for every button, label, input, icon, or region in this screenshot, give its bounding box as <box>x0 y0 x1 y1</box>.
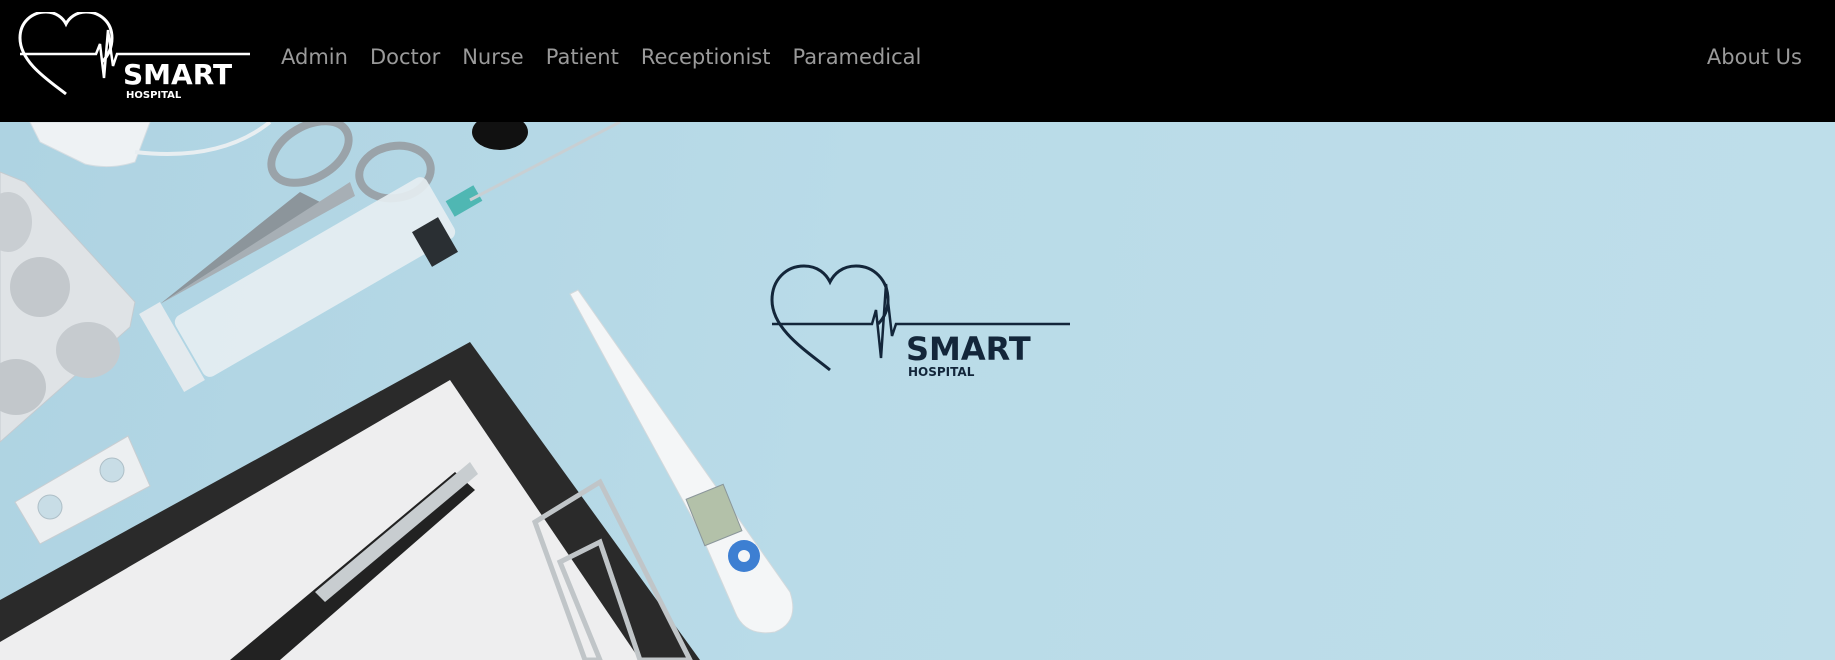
nav-link-paramedical[interactable]: Paramedical <box>781 45 932 69</box>
hero-logo: SMART HOSPITAL <box>764 260 1074 380</box>
heart-pulse-logo-icon: SMART HOSPITAL <box>18 10 250 101</box>
brand-logo[interactable]: SMART HOSPITAL <box>18 10 253 102</box>
small-blister-icon <box>14 435 151 545</box>
nav-link-about-us[interactable]: About Us <box>1696 45 1813 69</box>
nav-right: About Us <box>1696 0 1813 114</box>
main-nav: Admin Doctor Nurse Patient Receptionist … <box>270 0 932 114</box>
face-mask-icon <box>29 122 272 168</box>
nav-link-admin[interactable]: Admin <box>270 45 359 69</box>
nav-link-receptionist[interactable]: Receptionist <box>630 45 782 69</box>
black-cap-icon <box>472 122 528 150</box>
brand-subtitle: HOSPITAL <box>126 90 182 101</box>
nav-link-nurse[interactable]: Nurse <box>451 45 535 69</box>
hero-banner: SMART HOSPITAL <box>0 122 1835 660</box>
heart-pulse-logo-icon: SMART HOSPITAL <box>770 264 1070 379</box>
nav-link-doctor[interactable]: Doctor <box>359 45 451 69</box>
brand-name: SMART <box>123 58 232 91</box>
medical-supplies-image <box>0 122 794 660</box>
pill-blister-icon <box>0 171 136 443</box>
nav-link-patient[interactable]: Patient <box>535 45 630 69</box>
syringe-icon <box>139 122 621 392</box>
hero-logo-name: SMART <box>906 330 1031 368</box>
hero-logo-subtitle: HOSPITAL <box>908 365 975 379</box>
top-navbar: SMART HOSPITAL Admin Doctor Nurse Patien… <box>0 0 1835 122</box>
